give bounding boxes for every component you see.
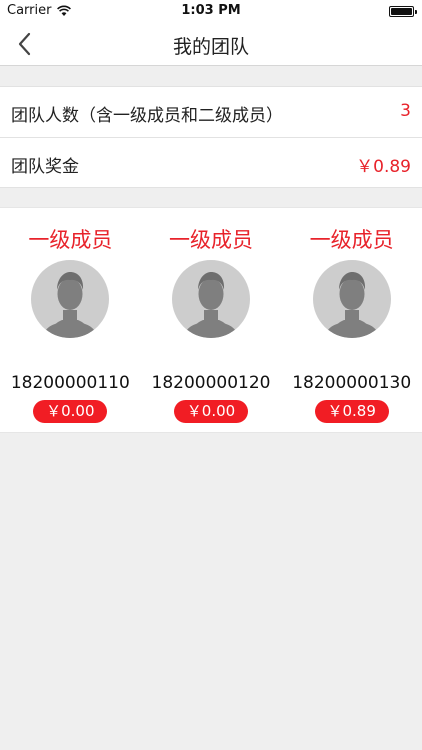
team-size-label: 团队人数（含一级成员和二级成员） [11, 106, 283, 126]
page-title: 我的团队 [172, 36, 249, 58]
member-phone: 18200000120 [151, 373, 271, 393]
member-card[interactable]: 一级成员 18200000130 ￥0.89 [281, 208, 422, 432]
member-amount-badge: ￥0.00 [33, 400, 108, 423]
status-bar: Carrier 1:03 PM [0, 0, 422, 22]
user-silhouette-icon [43, 272, 98, 338]
members-section: 一级成员 18200000110 ￥0.00 一级成员 18200000120 … [0, 207, 422, 433]
team-size-value: 3 [400, 101, 411, 121]
member-phone: 18200000130 [292, 373, 412, 393]
avatar [312, 260, 391, 338]
member-card[interactable]: 一级成员 18200000120 ￥0.00 [141, 208, 282, 432]
user-silhouette-icon [184, 272, 238, 338]
avatar [31, 260, 110, 338]
member-level: 一级成员 [28, 228, 113, 252]
member-amount-badge: ￥0.89 [314, 400, 389, 423]
member-phone: 18200000110 [10, 373, 130, 393]
member-level: 一级成员 [309, 228, 394, 252]
battery-fill [391, 8, 412, 15]
nav-bar: 我的团队 [0, 22, 422, 66]
member-level: 一级成员 [169, 228, 253, 252]
status-time: 1:03 PM [181, 3, 241, 18]
team-size-row: 团队人数（含一级成员和二级成员） 3 [0, 87, 422, 137]
user-silhouette-icon [324, 272, 379, 338]
team-info-section: 团队人数（含一级成员和二级成员） 3 团队奖金 ￥0.89 [0, 86, 422, 188]
member-card[interactable]: 一级成员 18200000110 ￥0.00 [0, 208, 141, 432]
member-amount-badge: ￥0.00 [174, 400, 248, 423]
avatar [172, 260, 250, 338]
team-bonus-label: 团队奖金 [11, 157, 79, 177]
team-bonus-row: 团队奖金 ￥0.89 [0, 137, 422, 187]
team-bonus-value: ￥0.89 [356, 157, 411, 177]
battery-icon [389, 6, 417, 17]
